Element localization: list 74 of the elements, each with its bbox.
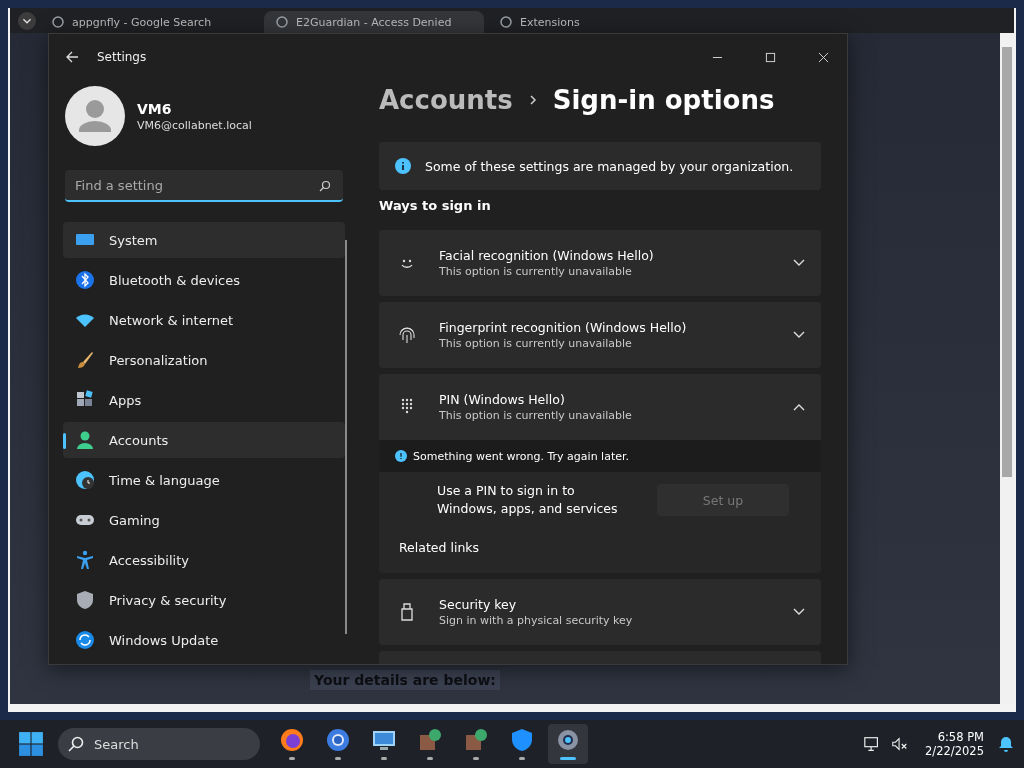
window-title: Settings	[97, 50, 147, 64]
nav-item[interactable]: System	[63, 222, 345, 258]
chevron-down-icon[interactable]	[793, 331, 805, 339]
clock-icon	[75, 470, 95, 490]
option-card[interactable]: Facial recognition (Windows Hello) This option is currently unavailable	[379, 230, 821, 296]
cube-icon	[464, 728, 488, 752]
back-arrow-icon[interactable]	[65, 50, 79, 64]
option-card[interactable]: PIN (Windows Hello) This option is currently unavailable	[379, 374, 821, 440]
nav-item[interactable]: Privacy & security	[63, 582, 345, 618]
browser-icon	[326, 728, 350, 752]
nav-item[interactable]: Personalization	[63, 342, 345, 378]
browser-tab[interactable]: Extensions	[488, 11, 708, 33]
fingerprint-icon	[397, 325, 417, 345]
user-name: VM6	[137, 100, 173, 117]
nav-item[interactable]: Network & internet	[63, 302, 345, 338]
option-description: Use a PIN to sign in to Windows, apps, and services	[437, 482, 619, 518]
nav-item[interactable]: Time & language	[63, 462, 345, 498]
person-icon	[75, 430, 95, 450]
clock-time[interactable]: 6:58 PM	[937, 730, 984, 744]
avatar-icon	[65, 86, 125, 146]
info-icon	[395, 450, 407, 462]
nav-item[interactable]: Gaming	[63, 502, 345, 538]
option-title: Security key	[439, 597, 518, 612]
nav-item[interactable]: Windows Update	[63, 622, 345, 658]
search-icon	[68, 736, 84, 752]
section-heading: Ways to sign in	[379, 198, 492, 215]
related-links-heading: Related links	[399, 540, 481, 555]
taskbar-search[interactable]: Search	[58, 728, 260, 760]
cube-icon	[418, 728, 442, 752]
chevron-up-icon[interactable]	[793, 403, 805, 411]
bluetooth-icon	[75, 270, 95, 290]
nav-item[interactable]: Apps	[63, 382, 345, 418]
accessibility-icon	[75, 550, 95, 570]
tab-list-button[interactable]	[18, 12, 36, 30]
page-title: Sign-in options	[552, 85, 775, 115]
info-icon	[395, 158, 411, 174]
notification-bell-icon[interactable]	[998, 736, 1014, 752]
brush-icon	[75, 350, 95, 370]
option-subtitle: Sign in with a physical security key	[439, 614, 634, 627]
maximize-icon[interactable]	[765, 51, 776, 63]
option-title: PIN (Windows Hello)	[439, 392, 566, 407]
option-card[interactable]: Fingerprint recognition (Windows Hello) This option is currently unavailable	[379, 302, 821, 368]
chevron-right-icon	[528, 94, 537, 106]
shield-icon	[510, 728, 534, 752]
option-title: Facial recognition (Windows Hello)	[439, 248, 655, 263]
chevron-down-icon[interactable]	[793, 259, 805, 267]
browser-tab[interactable]: appgnfly - Google Search	[40, 11, 260, 33]
option-subtitle: This option is currently unavailable	[439, 337, 633, 350]
nav-item[interactable]: Accessibility	[63, 542, 345, 578]
close-icon[interactable]	[818, 51, 829, 63]
option-title: Fingerprint recognition (Windows Hello)	[439, 320, 688, 335]
update-icon	[75, 630, 95, 650]
breadcrumb-link[interactable]: Accounts	[379, 85, 513, 115]
scrollbar[interactable]	[1000, 33, 1014, 704]
chevron-down-icon[interactable]	[793, 608, 805, 616]
search-field[interactable]: Find a setting	[65, 170, 343, 202]
gear-icon	[556, 728, 580, 752]
page-text: Your details are below:	[310, 670, 500, 690]
search-icon	[319, 180, 331, 192]
user-email: VM6@collabnet.local	[137, 118, 252, 132]
shield-icon	[75, 590, 95, 610]
nav-item[interactable]: Accounts	[63, 422, 345, 458]
windows-logo-icon[interactable]	[18, 731, 44, 757]
clock-date[interactable]: 2/22/2025	[925, 744, 984, 758]
taskbar-app[interactable]	[548, 724, 588, 764]
browser-tab[interactable]: E2Guardian - Access Denied	[264, 11, 484, 33]
banner-text: Some of these settings are managed by your organization.	[425, 158, 794, 174]
option-card[interactable]: Security key Sign in with a physical security key	[379, 579, 821, 645]
error-message: Something went wrong. Try again later.	[413, 449, 629, 463]
option-subtitle: This option is currently unavailable	[439, 409, 633, 422]
speaker-muted-icon[interactable]	[891, 735, 910, 753]
nav-item[interactable]: Bluetooth & devices	[63, 262, 345, 298]
monitor-icon	[372, 728, 396, 752]
option-subtitle: This option is currently unavailable	[439, 265, 633, 278]
